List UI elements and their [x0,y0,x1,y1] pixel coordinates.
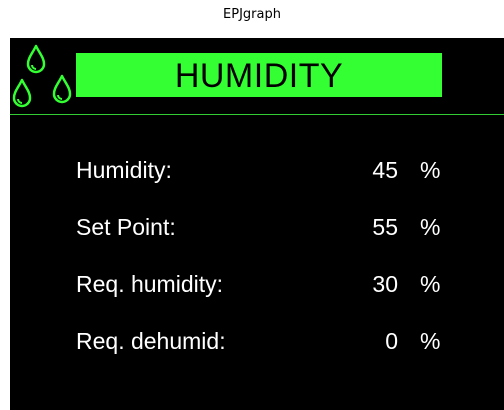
reading-unit: % [420,271,441,297]
reading-row-set-point: Set Point: 55 % [10,207,504,247]
reading-value: 30 [372,271,398,297]
reading-label: Req. humidity: [76,271,224,297]
reading-row-humidity: Humidity: 45 % [10,150,504,190]
water-drops-icon [12,44,72,108]
reading-value: 45 [372,157,398,183]
reading-value: 0 [385,328,398,354]
display-screen: HUMIDITY Humidity: 45 % Set Point: 55 % … [10,38,504,410]
reading-row-req-humidity: Req. humidity: 30 % [10,264,504,304]
reading-label: Req. dehumid: [76,328,226,354]
reading-label: Humidity: [76,157,172,183]
reading-unit: % [420,157,441,183]
reading-label: Set Point: [76,214,176,240]
reading-unit: % [420,328,441,354]
header-divider [10,114,504,115]
window-title: EPJgraph [223,7,281,22]
page-title: HUMIDITY [76,53,442,97]
reading-unit: % [420,214,441,240]
reading-value: 55 [372,214,398,240]
reading-row-req-dehumid: Req. dehumid: 0 % [10,321,504,361]
